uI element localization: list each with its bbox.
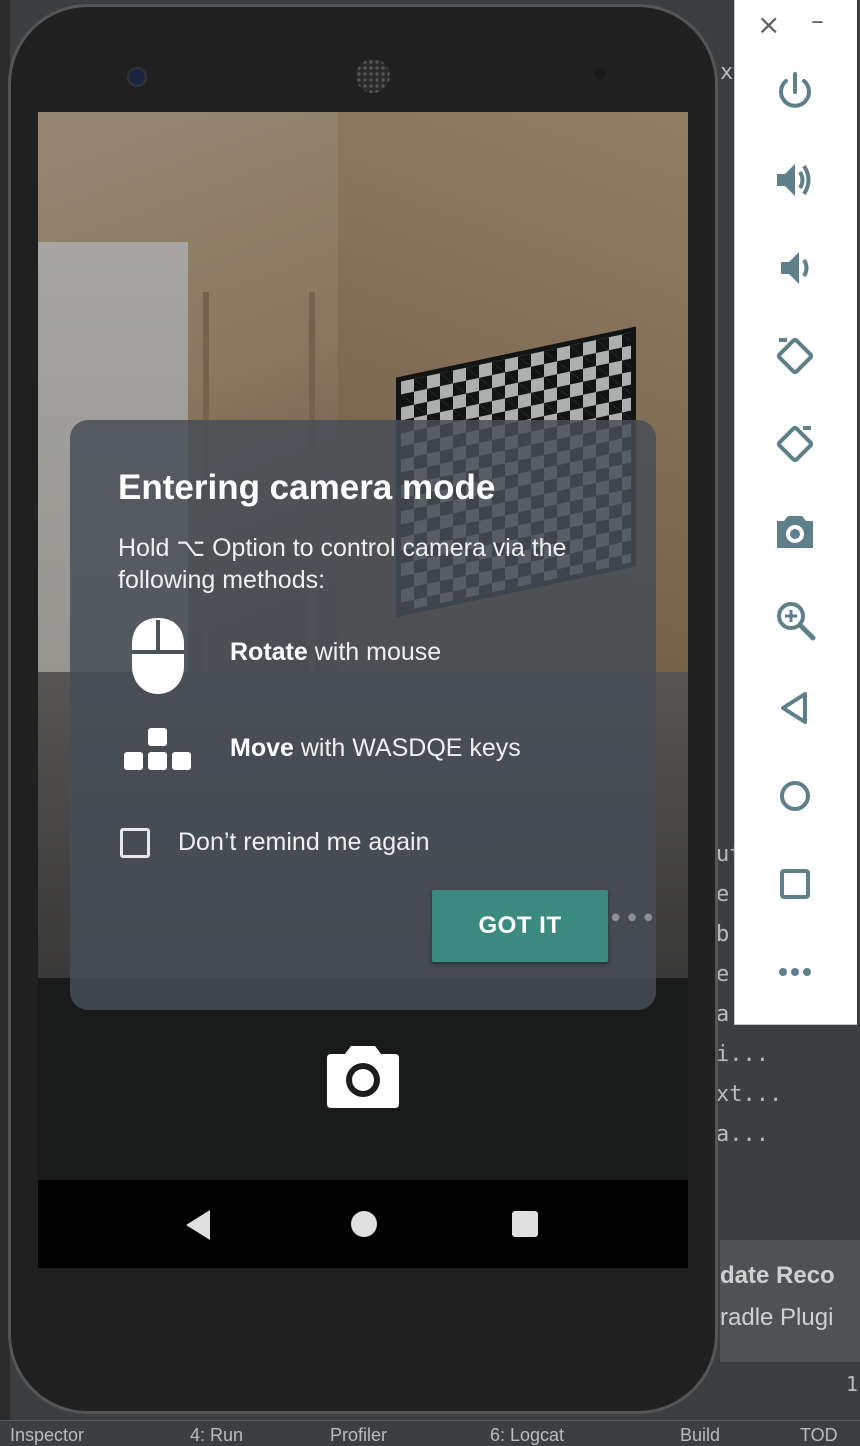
more-icon[interactable] xyxy=(771,948,819,996)
screenshot-icon[interactable] xyxy=(771,508,819,556)
camera-shutter-icon[interactable] xyxy=(327,1044,399,1108)
ide-page-number: 1 xyxy=(846,1372,859,1396)
status-logcat[interactable]: 6: Logcat xyxy=(490,1425,564,1446)
banner-title: date Reco xyxy=(720,1262,835,1289)
power-icon[interactable] xyxy=(771,68,819,116)
ide-notification-banner[interactable]: date Reco radle Plugi xyxy=(720,1240,860,1362)
method-rotate-key: Rotate xyxy=(230,638,308,666)
zoom-icon[interactable] xyxy=(771,596,819,644)
method-move: Move with WASDQE keys xyxy=(230,734,521,763)
method-rotate: Rotate with mouse xyxy=(230,638,441,667)
dont-remind-checkbox[interactable] xyxy=(120,828,150,858)
ide-fragment-x: x xyxy=(720,60,734,85)
dont-remind-label[interactable]: Don’t remind me again xyxy=(178,828,430,857)
ide-fragment: xt... xyxy=(716,1082,783,1107)
earpiece-speaker xyxy=(356,59,390,93)
method-move-key: Move xyxy=(230,734,294,762)
overview-icon[interactable] xyxy=(771,860,819,908)
dialog-body: Hold ⌥ Option to control camera via the … xyxy=(118,534,567,594)
proximity-sensor xyxy=(594,67,606,79)
rotate-left-icon[interactable] xyxy=(771,332,819,380)
rotate-right-icon[interactable] xyxy=(771,420,819,468)
status-inspector[interactable]: Inspector xyxy=(10,1425,84,1446)
banner-subtitle: radle Plugi xyxy=(720,1304,834,1331)
dialog-title: Entering camera mode xyxy=(118,468,496,507)
keyboard-keys-icon xyxy=(124,728,191,770)
ide-fragment: a... xyxy=(716,1122,769,1147)
volume-down-icon[interactable] xyxy=(771,244,819,292)
status-run[interactable]: 4: Run xyxy=(190,1425,243,1446)
close-icon[interactable]: × xyxy=(757,8,780,41)
front-camera xyxy=(127,67,147,87)
status-todo[interactable]: TOD xyxy=(800,1425,838,1446)
status-profiler[interactable]: Profiler xyxy=(330,1425,387,1446)
got-it-button[interactable]: GOT IT xyxy=(432,890,608,962)
emulator-toolbar: × – xyxy=(734,0,857,1025)
status-build[interactable]: Build xyxy=(680,1425,720,1446)
mouse-icon xyxy=(132,618,184,694)
android-nav-bar xyxy=(38,1180,688,1268)
camera-mode-dialog: Entering camera mode Hold ⌥ Option to co… xyxy=(70,420,656,1010)
nav-home-icon[interactable] xyxy=(351,1211,377,1237)
back-icon[interactable] xyxy=(771,684,819,732)
nav-back-icon[interactable] xyxy=(186,1210,210,1240)
home-icon[interactable] xyxy=(771,772,819,820)
method-move-text: with WASDQE keys xyxy=(293,734,521,762)
minimize-icon[interactable]: – xyxy=(811,6,824,36)
nav-recents-icon[interactable] xyxy=(512,1211,538,1237)
ide-status-bar: Inspector 4: Run Profiler 6: Logcat Buil… xyxy=(0,1420,860,1446)
volume-up-icon[interactable] xyxy=(771,156,819,204)
method-rotate-text: with mouse xyxy=(307,638,442,666)
ide-fragment: i... xyxy=(716,1042,769,1067)
more-dots-ghost-icon: ••• xyxy=(608,904,658,934)
